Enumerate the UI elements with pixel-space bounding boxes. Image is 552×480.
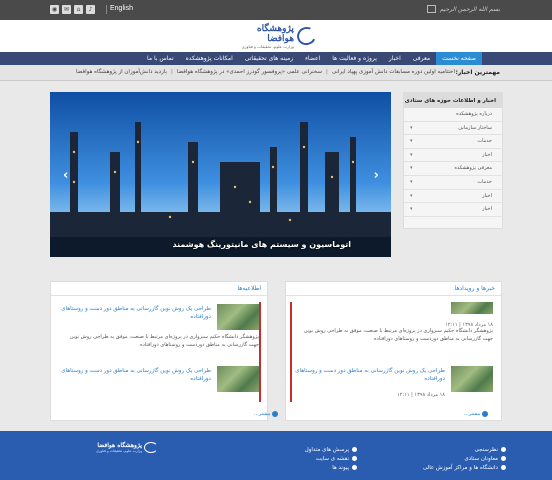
rss-icon[interactable]: ◉ (50, 5, 59, 14)
news-summary: پژوهشگر دانشگاه حکیم سبزواری در پروژه‌ای… (69, 334, 259, 348)
nav-item-news[interactable]: اخبار (383, 52, 407, 65)
logo-subtitle: وزارت علوم، تحقیقات و فناوری (241, 43, 294, 49)
news-ticker: مهمترین اخبار: اختتامیه اولین دوره مسابق… (0, 65, 552, 81)
footer-links: پرسش های متداول نقشه ی سایت پیوند ها (305, 445, 357, 472)
slider-next-button[interactable]: › (374, 168, 379, 183)
news-title[interactable]: طراحی یک روش نوین گازرسانی به مناطق دور … (295, 367, 445, 383)
footer-logo-title: پژوهشگاه هوافضا (97, 442, 142, 449)
nav-item-projects[interactable]: پروژه و فعالیت ها (326, 52, 383, 65)
logo-title: پژوهشگاه هوافضا (256, 23, 294, 44)
bullet-icon (352, 456, 357, 461)
footer-logo-subtitle: وزارت علوم، تحقیقات و فناوری (96, 449, 142, 453)
bullet-icon (501, 465, 506, 470)
chevron-down-icon: ▾ (410, 151, 413, 158)
nav-item-research[interactable]: زمینه های تحقیقاتی (239, 52, 299, 65)
more-icon (272, 411, 279, 417)
footer: نظرسنجی معاونان ستادی دانشگاه ها و مراکز… (0, 431, 552, 480)
ticker-separator: | (170, 69, 173, 75)
footer-link[interactable]: پرسش های متداول (305, 445, 357, 454)
news-title[interactable]: طراحی یک روش نوین گازرسانی به مناطق دور … (61, 305, 211, 321)
footer-link[interactable]: دانشگاه ها و مراکز آموزش عالی (423, 463, 506, 472)
nav-item-contact[interactable]: تماس با ما (141, 52, 180, 65)
side-menu-item[interactable]: درباره پژوهشکده (404, 108, 502, 122)
announcements-panel: اطلاعیه‌ها طراحی یک روش نوین گازرسانی به… (50, 281, 279, 421)
chevron-down-icon: ▾ (410, 206, 413, 213)
scroll-indicator[interactable] (259, 302, 261, 402)
news-item[interactable]: طراحی یک روش نوین گازرسانی به مناطق دور … (59, 304, 259, 374)
footer-link[interactable]: پیوند ها (305, 463, 357, 472)
footer-link[interactable]: نظرسنجی (423, 445, 506, 454)
nav-item-facilities[interactable]: امکانات پژوهشکده (180, 52, 239, 65)
logo-mark-icon (294, 24, 319, 48)
footer-link[interactable]: نقشه ی سایت (305, 454, 357, 463)
news-date: ۱۸ مرداد ۱۳۹۸ | ۱۲:۱۱ (397, 392, 445, 398)
chevron-down-icon: ▾ (410, 178, 413, 185)
language-link[interactable]: English (110, 5, 133, 12)
divider (106, 5, 107, 14)
bismillah-text: بسم الله الرحمن الرحيم (439, 5, 500, 13)
bullet-icon (501, 456, 506, 461)
mail-icon[interactable]: ✉ (62, 5, 71, 14)
nav-item-about[interactable]: معرفی (407, 52, 436, 65)
footer-link[interactable]: معاونان ستادی (423, 454, 506, 463)
news-summary: پژوهشگر دانشگاه حکیم سبزواری در پروژه‌ای… (303, 328, 493, 342)
side-menu-item[interactable]: اخبار ▾ (404, 149, 502, 163)
news-item[interactable]: طراحی یک روش نوین گازرسانی به مناطق دور … (59, 366, 259, 406)
nav-item-members[interactable]: اعضاء (299, 52, 326, 65)
side-menu-item[interactable]: خدمات ▾ (404, 176, 502, 190)
side-menu-item[interactable]: اخبار ▾ (404, 203, 502, 217)
footer-links: نظرسنجی معاونان ستادی دانشگاه ها و مراکز… (423, 445, 506, 472)
news-thumbnail[interactable] (217, 366, 259, 392)
header: پژوهشگاه هوافضا وزارت علوم، تحقیقات و فن… (0, 20, 552, 52)
main-nav: صفحه نخست معرفی اخبار پروژه و فعالیت ها … (0, 52, 552, 65)
news-panel: خبرها و رویدادها ۱۸ مرداد ۱۳۹۸ | ۱۲:۱۱ پ… (285, 281, 502, 421)
chevron-down-icon: ▾ (410, 138, 413, 145)
chevron-down-icon: ▾ (410, 124, 413, 131)
ticker-item[interactable]: سخنرانی علمی «پروفسور گودرز احمدی» در پژ… (177, 69, 322, 75)
sound-icon[interactable]: ♪ (86, 5, 95, 14)
ticker-item[interactable]: بازدید دانش‌آموزان از پژوهشگاه هوافضا (76, 69, 167, 75)
home-icon[interactable]: ⌂ (74, 5, 83, 14)
side-menu-item[interactable]: اخبار ▾ (404, 190, 502, 204)
side-menu-item[interactable]: خدمات ▾ (404, 135, 502, 149)
chevron-down-icon: ▾ (410, 165, 413, 172)
news-item[interactable]: ۱۸ مرداد ۱۳۹۸ | ۱۲:۱۱ پژوهشگر دانشگاه حک… (293, 302, 493, 372)
ticker-separator: | (325, 69, 328, 75)
side-menu-title: اخبار و اطلاعات حوزه های ستادی (404, 93, 502, 108)
logo-mark-icon (143, 442, 158, 453)
slider-caption: اتوماسیون و سیستم های مانیتورینگ هوشمند (172, 240, 351, 249)
nav-item-home[interactable]: صفحه نخست (436, 52, 483, 65)
news-title[interactable]: طراحی یک روش نوین گازرسانی به مناطق دور … (61, 367, 211, 383)
bullet-icon (501, 447, 506, 452)
news-thumbnail[interactable] (451, 302, 493, 314)
slider-prev-button[interactable]: ‹ (63, 168, 68, 183)
side-menu: اخبار و اطلاعات حوزه های ستادی درباره پژ… (403, 92, 503, 229)
more-link[interactable]: بیشتر... (464, 411, 489, 417)
image-slider[interactable]: ‹ › اتوماسیون و سیستم های مانیتورینگ هوش… (50, 92, 391, 257)
calendar-icon (426, 5, 436, 13)
site-logo[interactable]: پژوهشگاه هوافضا وزارت علوم، تحقیقات و فن… (238, 23, 319, 49)
side-menu-item[interactable]: ساختار سازمانی ▾ (404, 122, 502, 136)
top-bar: ◉ ✉ ⌂ ♪ English بسم الله الرحمن الرحيم (0, 0, 552, 20)
bullet-icon (352, 447, 357, 452)
panel-title: اطلاعیه‌ها (51, 282, 267, 296)
footer-logo[interactable]: پژوهشگاه هوافضا وزارت علوم، تحقیقات و فن… (96, 442, 158, 453)
ticker-label: مهمترین اخبار: (455, 69, 500, 76)
scroll-indicator[interactable] (290, 302, 292, 402)
news-thumbnail[interactable] (451, 366, 493, 392)
news-thumbnail[interactable] (217, 304, 259, 330)
bullet-icon (352, 465, 357, 470)
news-item[interactable]: طراحی یک روش نوین گازرسانی به مناطق دور … (293, 366, 493, 406)
ticker-item[interactable]: اختتامیه اولین دوره مسابقات دانش آموزی پ… (332, 69, 455, 75)
more-icon (482, 411, 489, 417)
slider-image (50, 92, 391, 257)
top-bar-right: بسم الله الرحمن الرحيم (426, 5, 500, 13)
side-menu-item[interactable]: معرفی پژوهشکده ▾ (404, 162, 502, 176)
panel-title: خبرها و رویدادها (286, 282, 501, 296)
more-link[interactable]: بیشتر... (254, 411, 279, 417)
chevron-down-icon: ▾ (410, 192, 413, 199)
social-icons: ◉ ✉ ⌂ ♪ (50, 5, 95, 14)
